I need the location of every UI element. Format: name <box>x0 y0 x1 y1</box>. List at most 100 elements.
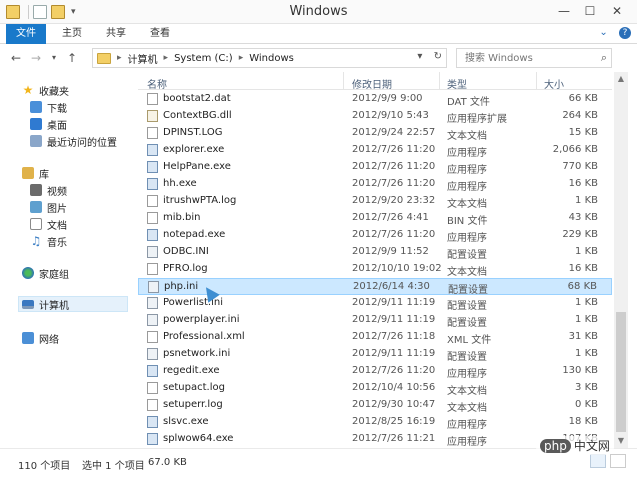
address-row: ← → ▾ ↑ ▸ 计算机 ▸ System (C:) ▸ Windows ▾ … <box>0 44 637 72</box>
nav-pictures[interactable]: 图片 <box>30 199 67 215</box>
config-file-icon <box>147 297 158 309</box>
column-name[interactable]: 名称 <box>147 76 167 91</box>
file-modified: 2012/9/10 5:43 <box>352 110 429 121</box>
file-type: 文本文档 <box>447 131 487 142</box>
search-icon[interactable]: ⌕ <box>601 51 607 65</box>
file-row[interactable]: explorer.exe 2012/7/26 11:20 应用程序 2,066 KB <box>138 142 612 159</box>
nav-label: 视频 <box>47 186 67 198</box>
expand-ribbon-icon[interactable]: ⌄ <box>599 27 607 38</box>
library-icon <box>22 167 34 179</box>
file-row[interactable]: ODBC.INI 2012/9/9 11:52 配置设置 1 KB <box>138 244 612 261</box>
breadcrumb-computer[interactable]: 计算机 <box>128 51 158 66</box>
column-divider[interactable] <box>439 72 440 90</box>
scroll-down-icon[interactable]: ▼ <box>614 434 628 448</box>
file-modified: 2012/8/25 16:19 <box>352 416 436 427</box>
nav-desktop[interactable]: 桌面 <box>30 116 67 132</box>
file-row[interactable]: bootstat2.dat 2012/9/9 9:00 DAT 文件 66 KB <box>138 91 612 108</box>
maximize-button[interactable]: ☐ <box>578 2 602 20</box>
large-icons-view-button[interactable] <box>610 454 626 468</box>
nav-network[interactable]: 网络 <box>22 330 59 346</box>
file-row[interactable]: psnetwork.ini 2012/9/11 11:19 配置设置 1 KB <box>138 346 612 363</box>
nav-libraries[interactable]: 库 <box>22 165 49 181</box>
nav-documents[interactable]: 文档 <box>30 216 67 232</box>
nav-music[interactable]: ♫ 音乐 <box>30 233 67 249</box>
chevron-right-icon[interactable]: ▸ <box>117 53 122 63</box>
nav-recent-places[interactable]: 最近访问的位置 <box>30 133 117 149</box>
file-row[interactable]: PFRO.log 2012/10/10 19:02 文本文档 16 KB <box>138 261 612 278</box>
file-row[interactable]: itrushwPTA.log 2012/9/20 23:32 文本文档 1 KB <box>138 193 612 210</box>
address-bar[interactable]: ▸ 计算机 ▸ System (C:) ▸ Windows ▾ ↻ <box>92 48 447 68</box>
file-size: 1 KB <box>575 246 598 257</box>
chevron-down-icon[interactable]: ▾ <box>417 51 422 62</box>
scroll-up-icon[interactable]: ▲ <box>614 72 628 86</box>
column-size[interactable]: 大小 <box>544 76 564 91</box>
nav-label: 最近访问的位置 <box>47 137 117 149</box>
up-button[interactable]: ↑ <box>64 50 80 66</box>
breadcrumb-windows[interactable]: Windows <box>249 53 294 64</box>
search-input[interactable] <box>457 49 587 67</box>
tab-home[interactable]: 主页 <box>52 24 92 44</box>
search-box[interactable]: ⌕ <box>456 48 612 68</box>
nav-label: 下载 <box>47 103 67 115</box>
ribbon-controls: ⌄ ? <box>599 27 631 39</box>
tab-file[interactable]: 文件 <box>6 24 46 44</box>
tab-share[interactable]: 共享 <box>96 24 136 44</box>
details-view-button[interactable] <box>590 454 606 468</box>
nav-label: 家庭组 <box>39 269 69 281</box>
minimize-button[interactable]: — <box>552 2 576 20</box>
file-modified: 2012/9/30 10:47 <box>352 399 436 410</box>
close-button[interactable]: ✕ <box>605 2 629 20</box>
config-file-icon <box>147 246 158 258</box>
file-name: setuperr.log <box>163 399 223 410</box>
watermark-text: 中文网 <box>573 439 610 453</box>
application-icon <box>147 178 158 190</box>
nav-downloads[interactable]: 下载 <box>30 99 67 115</box>
column-modified[interactable]: 修改日期 <box>352 76 392 91</box>
breadcrumb-system-c[interactable]: System (C:) <box>174 53 233 64</box>
column-divider[interactable] <box>536 72 537 90</box>
file-row[interactable]: notepad.exe 2012/7/26 11:20 应用程序 229 KB <box>138 227 612 244</box>
vertical-scrollbar[interactable]: ▲ ▼ <box>614 72 628 448</box>
scroll-thumb[interactable] <box>616 312 626 432</box>
file-row[interactable]: slsvc.exe 2012/8/25 16:19 应用程序 18 KB <box>138 414 612 431</box>
file-icon <box>147 93 158 105</box>
file-size: 1 KB <box>575 348 598 359</box>
help-icon[interactable]: ? <box>619 27 631 39</box>
file-row[interactable]: mib.bin 2012/7/26 4:41 BIN 文件 43 KB <box>138 210 612 227</box>
file-size: 16 KB <box>568 178 598 189</box>
file-name: php.ini <box>164 281 199 292</box>
file-modified: 2012/6/14 4:30 <box>353 281 430 292</box>
column-type[interactable]: 类型 <box>447 76 467 91</box>
nav-computer[interactable]: 计算机 <box>18 296 128 312</box>
file-row[interactable]: HelpPane.exe 2012/7/26 11:20 应用程序 770 KB <box>138 159 612 176</box>
file-icon <box>147 212 158 224</box>
nav-videos[interactable]: 视频 <box>30 182 67 198</box>
file-row[interactable]: Professional.xml 2012/7/26 11:18 XML 文件 31 … <box>138 329 612 346</box>
file-row[interactable]: DPINST.LOG 2012/9/24 22:57 文本文档 15 KB <box>138 125 612 142</box>
tab-view[interactable]: 查看 <box>140 24 180 44</box>
column-divider[interactable] <box>343 72 344 90</box>
nav-favorites[interactable]: ★ 收藏夹 <box>22 82 69 98</box>
file-row[interactable]: regedit.exe 2012/7/26 11:20 应用程序 130 KB <box>138 363 612 380</box>
recent-places-icon <box>30 135 42 147</box>
chevron-right-icon[interactable]: ▸ <box>164 53 169 63</box>
file-row[interactable]: setuperr.log 2012/9/30 10:47 文本文档 0 KB <box>138 397 612 414</box>
file-row[interactable]: setupact.log 2012/10/4 10:56 文本文档 3 KB <box>138 380 612 397</box>
file-row[interactable]: powerplayer.ini 2012/9/11 11:19 配置设置 1 KB <box>138 312 612 329</box>
file-size: 31 KB <box>568 331 598 342</box>
file-row[interactable]: ContextBG.dll 2012/9/10 5:43 应用程序扩展 264 KB <box>138 108 612 125</box>
back-button[interactable]: ← <box>8 50 24 66</box>
recent-locations-chevron-icon[interactable]: ▾ <box>46 50 62 66</box>
file-row[interactable]: hh.exe 2012/7/26 11:20 应用程序 16 KB <box>138 176 612 193</box>
file-modified: 2012/9/11 11:19 <box>352 297 436 308</box>
file-name: notepad.exe <box>163 229 226 240</box>
forward-button[interactable]: → <box>28 50 44 66</box>
file-name: itrushwPTA.log <box>163 195 237 206</box>
file-modified: 2012/7/26 11:20 <box>352 144 436 155</box>
refresh-button[interactable]: ↻ <box>434 51 442 62</box>
file-type: DAT 文件 <box>447 97 490 108</box>
file-size: 16 KB <box>568 263 598 274</box>
nav-homegroup[interactable]: 家庭组 <box>22 265 69 281</box>
chevron-right-icon[interactable]: ▸ <box>239 53 244 63</box>
file-type: 配置设置 <box>447 301 487 312</box>
